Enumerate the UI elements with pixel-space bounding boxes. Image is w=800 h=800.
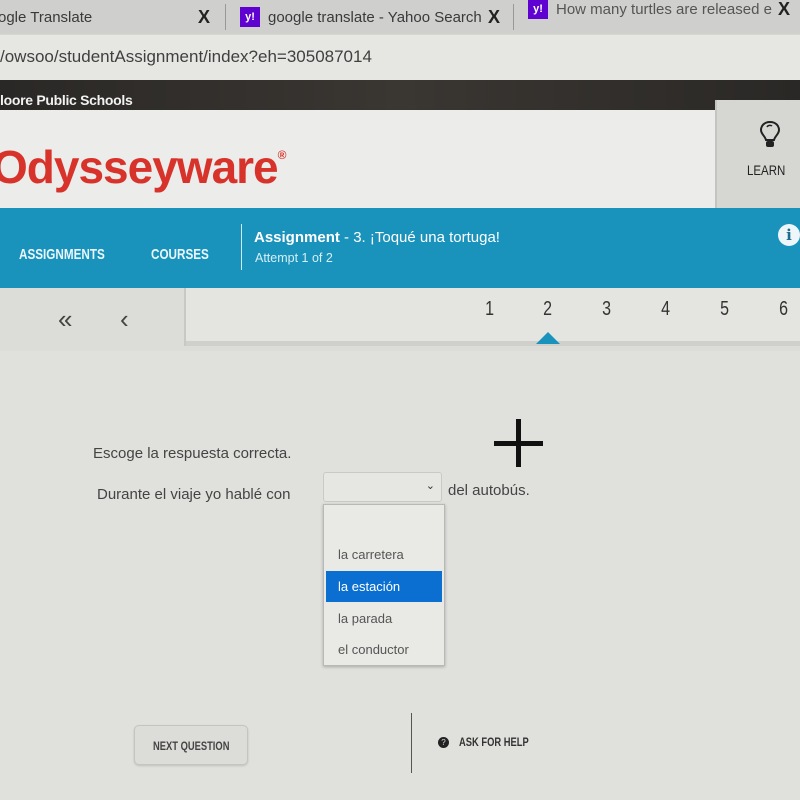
tab-google-translate[interactable]: ogle Translate X <box>0 0 225 34</box>
assignment-label: Assignment <box>254 229 340 246</box>
help-icon: ? <box>438 736 449 748</box>
page-4[interactable]: 4 <box>661 298 670 321</box>
learn-label: LEARN <box>747 162 786 178</box>
district-bar: loore Public Schools <box>0 80 800 110</box>
screen: ogle Translate X y! google translate - Y… <box>0 0 800 800</box>
next-question-label: NEXT QUESTION <box>153 739 230 753</box>
registered-mark: ® <box>277 148 287 162</box>
nav-bar: ASSIGNMENTS COURSES Assignment - 3. ¡Toq… <box>0 208 800 288</box>
question-instruction: Escoge la respuesta correcta. <box>93 445 292 462</box>
page-5[interactable]: 5 <box>720 298 729 321</box>
cursor-crosshair-icon <box>494 419 544 469</box>
logo-text: Odysseyware <box>0 141 279 193</box>
yahoo-icon: y! <box>240 7 260 27</box>
question-pager: « ‹ 1 2 3 4 5 6 <box>0 288 800 346</box>
assignment-title: Assignment - 3. ¡Toqué una tortuga! <box>254 229 500 246</box>
nav-divider <box>241 224 242 270</box>
nav-assignments[interactable]: ASSIGNMENTS <box>19 246 105 263</box>
page-6[interactable]: 6 <box>779 298 788 321</box>
option-la-carretera[interactable]: la carretera <box>326 539 442 570</box>
tab-label: google translate - Yahoo Search <box>268 8 482 26</box>
address-bar[interactable]: /owsoo/studentAssignment/index?eh=305087… <box>0 34 800 80</box>
tab-label: How many turtles are released e <box>556 0 772 18</box>
ask-for-help-button[interactable]: ? ASK FOR HELP <box>438 735 548 749</box>
sentence-after: del autobús. <box>448 482 530 499</box>
page-2-current[interactable]: 2 <box>543 298 552 321</box>
tab-separator <box>513 4 514 30</box>
option-la-estacion[interactable]: la estación <box>326 571 442 602</box>
tab-turtles[interactable]: y! How many turtles are released e X <box>528 0 800 26</box>
next-question-button[interactable]: NEXT QUESTION <box>134 725 248 765</box>
tab-close-icon[interactable]: X <box>488 7 500 28</box>
browser-tab-bar: ogle Translate X y! google translate - Y… <box>0 0 800 34</box>
previous-page-icon[interactable]: ‹ <box>120 304 129 335</box>
nav-courses[interactable]: COURSES <box>151 246 209 263</box>
info-icon[interactable]: i <box>778 224 800 246</box>
page-3[interactable]: 3 <box>602 298 611 321</box>
ask-for-help-label: ASK FOR HELP <box>459 735 529 749</box>
lightbulb-icon <box>759 120 781 147</box>
sentence-before: Durante el viaje yo hablé con <box>97 486 291 503</box>
app-header: Odysseyware® <box>0 110 715 210</box>
current-page-marker <box>536 332 560 344</box>
yahoo-icon: y! <box>528 0 548 19</box>
tab-close-icon[interactable]: X <box>778 0 790 20</box>
district-name: loore Public Schools <box>0 92 133 108</box>
tab-label: ogle Translate <box>0 8 93 26</box>
odysseyware-logo[interactable]: Odysseyware® <box>0 140 286 194</box>
answer-select[interactable]: ⌄ <box>323 472 442 502</box>
first-page-icon[interactable]: « <box>58 304 72 335</box>
answer-dropdown-list: la carretera la estación la parada el co… <box>323 504 445 666</box>
learn-button[interactable]: LEARN <box>715 100 800 208</box>
footer-divider <box>411 713 412 773</box>
tab-separator <box>225 4 226 30</box>
tab-yahoo-search[interactable]: y! google translate - Yahoo Search X <box>240 0 508 34</box>
url-text[interactable]: /owsoo/studentAssignment/index?eh=305087… <box>0 47 372 67</box>
option-el-conductor[interactable]: el conductor <box>326 634 442 665</box>
pager-controls: « ‹ <box>0 288 186 346</box>
assignment-name: - 3. ¡Toqué una tortuga! <box>339 229 500 246</box>
attempt-counter: Attempt 1 of 2 <box>255 251 333 265</box>
question-content: Escoge la respuesta correcta. Durante el… <box>0 351 800 800</box>
tab-close-icon[interactable]: X <box>198 7 210 28</box>
option-la-parada[interactable]: la parada <box>326 603 442 634</box>
chevron-down-icon: ⌄ <box>425 480 435 492</box>
page-1[interactable]: 1 <box>485 298 494 321</box>
